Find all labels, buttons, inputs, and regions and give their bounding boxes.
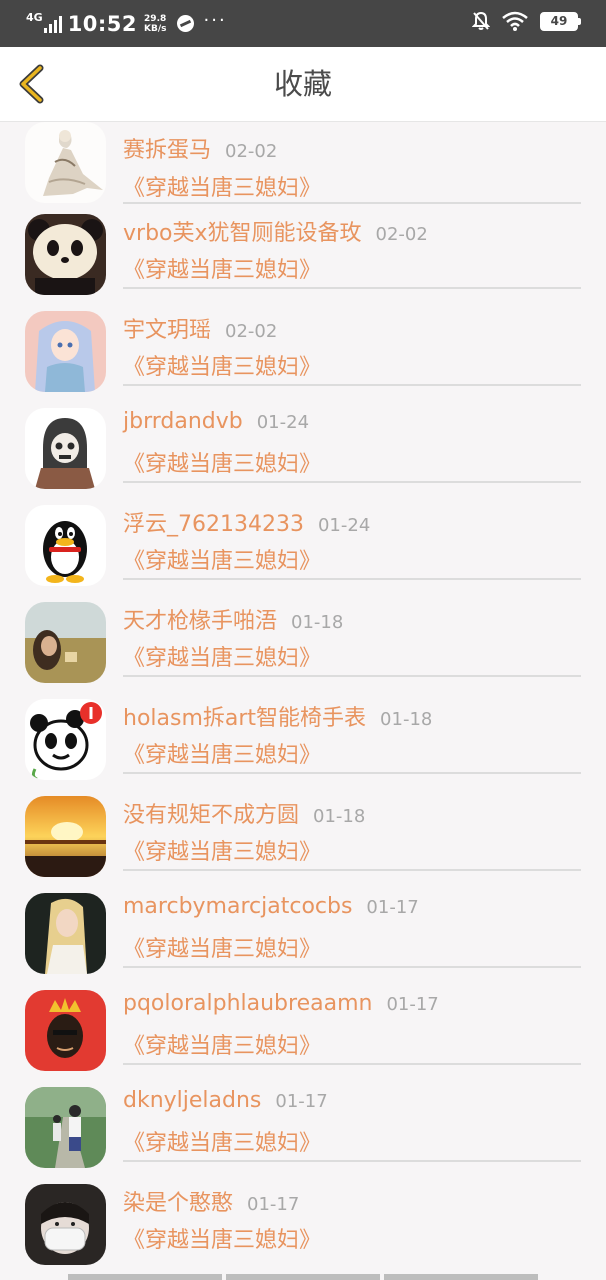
signal-icon [43, 15, 62, 33]
date: 02-02 [225, 321, 278, 342]
book-title[interactable]: 《穿越当唐三媳妇》 [123, 349, 321, 381]
avatar [25, 1087, 106, 1168]
list-item[interactable]: 天才枪椽手啪浯 01-18 《穿越当唐三媳妇》 [0, 594, 606, 691]
page-title: 收藏 [273, 67, 332, 101]
avatar [25, 311, 106, 392]
avatar [25, 796, 106, 877]
speed-unit: KB/s [144, 23, 167, 34]
avatar [25, 214, 106, 295]
list-item[interactable]: dknyljeladns 01-17 《穿越当唐三媳妇》 [0, 1079, 606, 1176]
user-name-text: 染是个憨憨 [123, 1191, 234, 1216]
avatar [25, 122, 106, 203]
speed-value: 29.8 [144, 13, 167, 24]
user-name: 宇文玥瑶 02-02 [123, 312, 277, 344]
list-item[interactable]: marcbymarcjatcocbs 01-17 《穿越当唐三媳妇》 [0, 885, 606, 982]
divider [123, 675, 581, 677]
favorites-list: 赛拆蛋马 02-02 《穿越当唐三媳妇》 vrbo芙x犹智厕能设备玫 02-02 《… [0, 122, 606, 1273]
clock: 10:52 [67, 11, 138, 36]
book-title[interactable]: 《穿越当唐三媳妇》 [123, 170, 321, 202]
book-title[interactable]: 《穿越当唐三媳妇》 [123, 834, 321, 866]
divider [123, 966, 581, 968]
avatar [25, 505, 106, 586]
date: 01-17 [247, 1194, 300, 1215]
avatar [25, 990, 106, 1071]
header-bar: 收藏 [0, 47, 606, 122]
list-item[interactable]: vrbo芙x犹智厕能设备玫 02-02 《穿越当唐三媳妇》 [0, 206, 606, 303]
user-name: marcbymarcjatcocbs 01-17 [123, 894, 419, 919]
avatar [25, 408, 106, 489]
book-title[interactable]: 《穿越当唐三媳妇》 [123, 252, 321, 284]
list-item[interactable]: 宇文玥瑶 02-02 《穿越当唐三媳妇》 [0, 303, 606, 400]
app-notification-icon [176, 15, 194, 32]
user-name-text: 天才枪椽手啪浯 [123, 609, 278, 634]
divider [123, 1063, 581, 1065]
network-speed: 29.8 KB/s [144, 14, 166, 34]
date: 02-02 [375, 224, 428, 245]
divider [123, 481, 581, 483]
divider [123, 287, 581, 289]
divider [123, 384, 581, 386]
divider [123, 869, 581, 871]
date: 01-24 [317, 515, 371, 536]
user-name-text: 宇文玥瑶 [123, 318, 212, 343]
book-title[interactable]: 《穿越当唐三媳妇》 [123, 543, 321, 575]
date: 01-17 [275, 1091, 328, 1112]
user-name: 赛拆蛋马 02-02 [123, 132, 277, 164]
wifi-icon [502, 11, 528, 31]
user-name: holasm拆art智能椅手表 01-18 [123, 700, 432, 732]
book-title[interactable]: 《穿越当唐三媳妇》 [123, 446, 321, 478]
divider [123, 772, 581, 774]
avatar [25, 602, 106, 683]
divider [123, 578, 581, 580]
avatar [25, 699, 106, 780]
bell-off-icon [472, 11, 490, 30]
user-name-text: 没有规矩不成方圆 [123, 803, 300, 828]
list-item[interactable]: 浮云_762134233 01-24 《穿越当唐三媳妇》 [0, 497, 606, 594]
user-name: vrbo芙x犹智厕能设备玫 02-02 [123, 215, 428, 247]
user-name-text: holasm拆art智能椅手表 [123, 706, 367, 731]
book-title[interactable]: 《穿越当唐三媳妇》 [123, 1028, 321, 1060]
user-name-text: vrbo芙x犹智厕能设备玫 [123, 221, 362, 246]
user-name-text: 浮云_762134233 [123, 512, 304, 537]
list-item[interactable]: 赛拆蛋马 02-02 《穿越当唐三媳妇》 [0, 122, 606, 206]
book-title[interactable]: 《穿越当唐三媳妇》 [123, 1222, 321, 1254]
user-name: pqoloralphlaubreaamn 01-17 [123, 991, 439, 1016]
avatar [25, 893, 106, 974]
user-name-text: pqoloralphlaubreaamn [123, 991, 373, 1016]
user-name: 浮云_762134233 01-24 [123, 506, 370, 538]
user-name: 没有规矩不成方圆 01-18 [123, 797, 365, 829]
user-name: 染是个憨憨 01-17 [123, 1185, 299, 1217]
network-type: 4G [26, 11, 43, 24]
date: 01-24 [256, 412, 310, 433]
user-name: jbrrdandvb 01-24 [123, 409, 309, 434]
user-name-text: marcbymarcjatcocbs [123, 894, 353, 919]
list-item[interactable]: 染是个憨憨 01-17 《穿越当唐三媳妇》 [0, 1176, 606, 1273]
user-name-text: dknyljeladns [123, 1088, 262, 1113]
scroll-edge [68, 1274, 538, 1280]
list-item[interactable]: holasm拆art智能椅手表 01-18 《穿越当唐三媳妇》 [0, 691, 606, 788]
more-notifications-icon: ··· [203, 10, 227, 31]
book-title[interactable]: 《穿越当唐三媳妇》 [123, 737, 321, 769]
date: 01-18 [380, 709, 433, 730]
user-name-text: jbrrdandvb [123, 409, 243, 434]
user-name: dknyljeladns 01-17 [123, 1088, 328, 1113]
book-title[interactable]: 《穿越当唐三媳妇》 [123, 640, 321, 672]
avatar [25, 1184, 106, 1265]
date: 02-02 [225, 141, 278, 162]
battery-icon: 49 [540, 11, 581, 31]
book-title[interactable]: 《穿越当唐三媳妇》 [123, 931, 321, 963]
book-title[interactable]: 《穿越当唐三媳妇》 [123, 1125, 321, 1157]
date: 01-17 [366, 897, 419, 918]
list-item[interactable]: jbrrdandvb 01-24 《穿越当唐三媳妇》 [0, 400, 606, 497]
date: 01-17 [386, 994, 439, 1015]
divider [123, 202, 581, 204]
date: 01-18 [313, 806, 366, 827]
user-name: 天才枪椽手啪浯 01-18 [123, 603, 343, 635]
list-item[interactable]: 没有规矩不成方圆 01-18 《穿越当唐三媳妇》 [0, 788, 606, 885]
list-item[interactable]: pqoloralphlaubreaamn 01-17 《穿越当唐三媳妇》 [0, 982, 606, 1079]
divider [123, 1160, 581, 1162]
date: 01-18 [291, 612, 344, 633]
status-bar: 4G 10:52 29.8 KB/s ··· 49 [0, 0, 606, 47]
user-name-text: 赛拆蛋马 [123, 138, 212, 163]
